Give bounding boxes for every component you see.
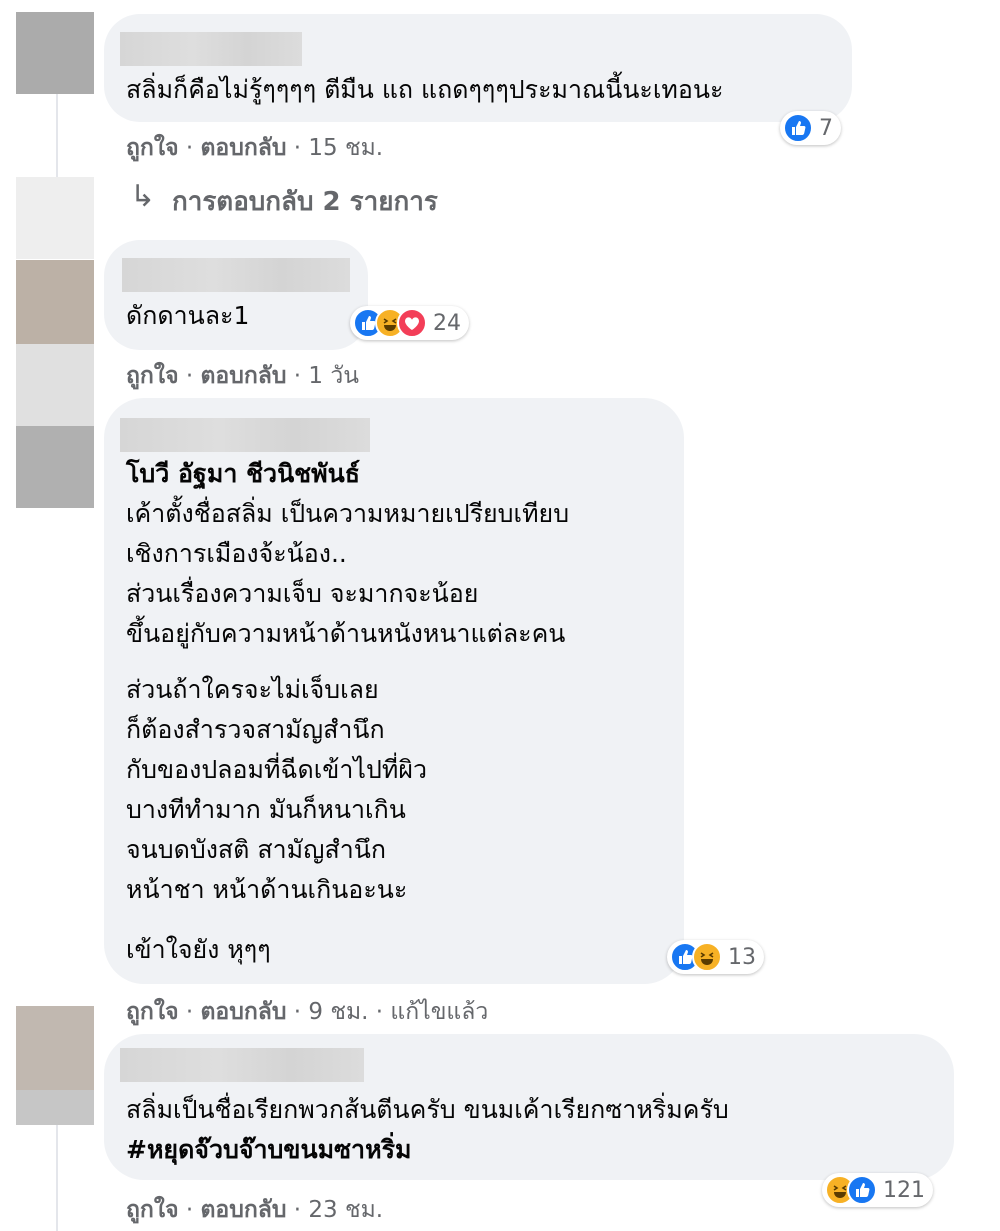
reaction-count: 121 [883,1177,925,1203]
author-name-blurred[interactable] [120,32,302,66]
comment-line: กับของปลอมที่ฉีดเข้าไปที่ผิว [126,755,428,784]
like-link[interactable]: ถูกใจ [126,363,179,389]
comment-actions: ถูกใจ · ตอบกลับ · 9 ชม. · แก้ไขแล้ว [126,994,488,1030]
timestamp[interactable]: 9 ชม. [308,999,368,1025]
comment-bubble: ดักดานละ1 [104,240,368,350]
comment-bubble: สลิ่มเป็นชื่อเรียกพวกส้นตีนครับ ขนมเค้าเ… [104,1034,954,1180]
separator: · [185,999,194,1025]
mention-link[interactable]: โบวี อัฐมา ชีวนิชพันธ์ [126,454,360,494]
reaction-summary[interactable]: 24 [350,306,469,340]
reply-link[interactable]: ตอบกลับ [201,1197,287,1223]
timestamp[interactable]: 1 วัน [308,363,359,389]
author-name-blurred[interactable] [122,258,350,292]
view-replies-label: การตอบกลับ 2 รายการ [172,187,438,217]
like-reaction-icon [783,113,813,143]
separator: · [293,999,302,1025]
comment-line: ขึ้นอยู่กับความหน้าด้านหนังหนาแต่ละคน [126,619,566,648]
like-reaction-icon [847,1175,877,1205]
separator: · [293,1197,302,1223]
comment-line: เค้าตั้งชื่อสลิ่ม เป็นความหมายเปรียบเทีย… [126,499,570,528]
haha-reaction-icon [692,942,722,972]
avatar-decoration [16,344,94,426]
separator: · [185,1197,194,1223]
comment-line: หน้าชา หน้าด้านเกินอะนะ [126,875,408,904]
comment-line: บางทีทำมาก มันก็หนาเกิน [126,795,406,824]
separator: · [293,135,302,161]
avatar[interactable] [16,1006,94,1090]
avatar[interactable] [16,426,94,508]
comment-line: ส่วนเรื่องความเจ็บ จะมากจะน้อย [126,579,479,608]
author-name-blurred[interactable] [120,418,370,452]
reply-link[interactable]: ตอบกลับ [201,135,287,161]
reaction-count: 7 [819,115,833,141]
comment-line: ก็ต้องสำรวจสามัญสำนึก [126,715,385,744]
thread-line [56,94,58,184]
comment-line: ส่วนถ้าใครจะไม่เจ็บเลย [126,675,379,704]
view-replies[interactable]: ↳ การตอบกลับ 2 รายการ [0,175,520,259]
separator: · [185,363,194,389]
like-link[interactable]: ถูกใจ [126,135,179,161]
timestamp[interactable]: 15 ชม. [308,135,383,161]
reaction-count: 24 [433,310,461,336]
reaction-summary[interactable]: 13 [667,940,764,974]
separator: · [375,999,384,1025]
avatar-decoration [16,1090,94,1125]
avatar [16,177,94,259]
reply-link[interactable]: ตอบกลับ [201,363,287,389]
comment-actions: ถูกใจ · ตอบกลับ · 1 วัน [126,358,359,394]
reaction-summary[interactable]: 121 [822,1173,933,1207]
comment-text: สลิ่มเป็นชื่อเรียกพวกส้นตีนครับ ขนมเค้าเ… [126,1095,729,1124]
thread-line [56,1125,58,1231]
comment-bubble: โบวี อัฐมา ชีวนิชพันธ์ เค้าตั้งชื่อสลิ่ม… [104,398,684,984]
hashtag-link[interactable]: #หยุดจ๊วบจ๊าบขนมซาหริ่ม [126,1130,411,1170]
reply-link[interactable]: ตอบกลับ [201,999,287,1025]
like-link[interactable]: ถูกใจ [126,1197,179,1223]
comment-text: ดักดานละ1 [126,301,250,330]
separator: · [185,135,194,161]
comment-bubble: สลิ่มก็คือไม่รู้ๆๆๆๆ ตีมืน แถ แถดๆๆๆประม… [104,14,852,122]
avatar[interactable] [16,12,94,94]
comment-line: เข้าใจยัง หุๆๆ [126,935,271,964]
comment-text: สลิ่มก็คือไม่รู้ๆๆๆๆ ตีมืน แถ แถดๆๆๆประม… [126,75,724,104]
comment-actions: ถูกใจ · ตอบกลับ · 23 ชม. [126,1192,383,1228]
edited-label: แก้ไขแล้ว [390,999,489,1025]
separator: · [293,363,302,389]
like-link[interactable]: ถูกใจ [126,999,179,1025]
comment-line: จนบดบังสติ สามัญสำนึก [126,835,386,864]
reaction-summary[interactable]: 7 [780,111,841,145]
reaction-count: 13 [728,944,756,970]
avatar[interactable] [16,260,94,344]
reply-arrow-icon: ↳ [130,179,156,214]
timestamp[interactable]: 23 ชม. [308,1197,383,1223]
love-reaction-icon [397,308,427,338]
comment-line: เชิงการเมืองจ้ะน้อง.. [126,539,347,568]
author-name-blurred[interactable] [120,1048,364,1082]
comment-actions: ถูกใจ · ตอบกลับ · 15 ชม. [126,130,383,166]
